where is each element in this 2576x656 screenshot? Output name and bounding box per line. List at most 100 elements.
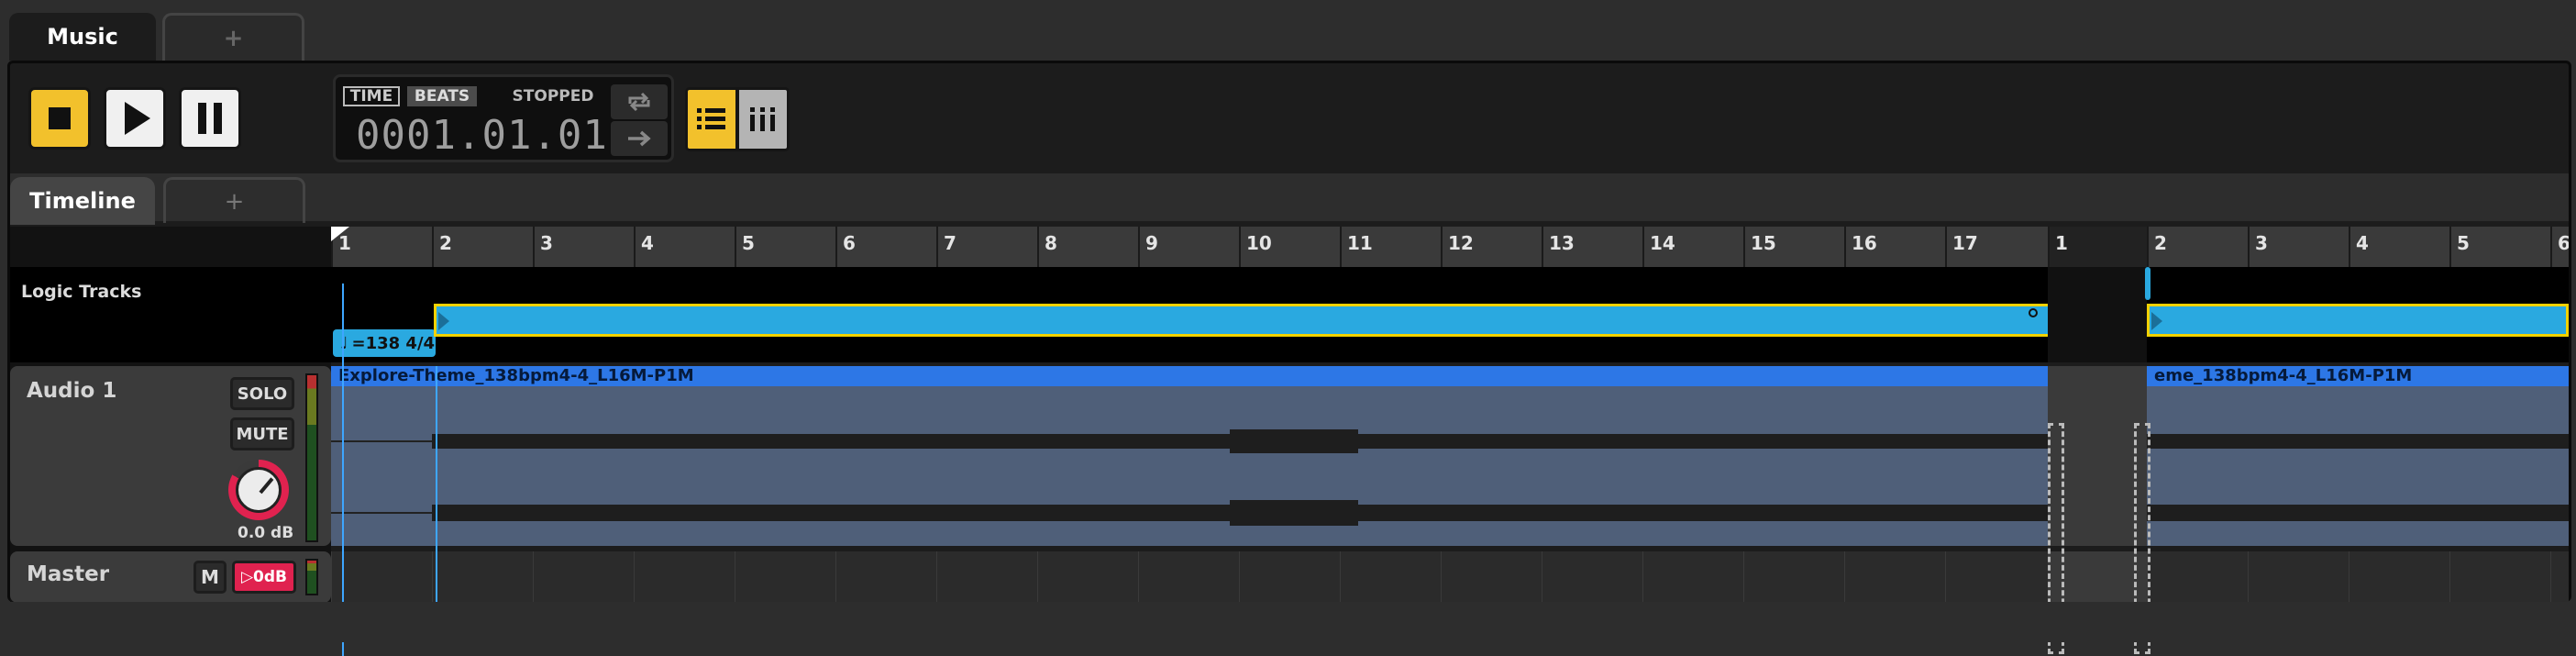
ruler-tick: 2	[432, 227, 452, 267]
handle-icon[interactable]	[2029, 308, 2038, 317]
master-gain-label: 0dB	[253, 568, 288, 586]
stop-icon	[49, 107, 71, 129]
ruler-tick: 17	[1945, 227, 1978, 267]
loop-region-logic	[2048, 267, 2147, 362]
ruler-tick-label: 1	[2055, 232, 2068, 254]
grid-line	[2248, 551, 2249, 603]
clip-name: Explore-Theme_138bpm4-4_L16M-P1M	[331, 366, 2048, 386]
edit-cursor	[436, 366, 437, 605]
gain-knob[interactable]	[228, 460, 289, 520]
follow-button[interactable]	[611, 121, 668, 156]
tempo-clip-2[interactable]	[2147, 304, 2569, 337]
tempo-label: =138 4/4	[351, 333, 436, 353]
master-track-lane[interactable]	[331, 551, 2569, 603]
time-mode-toggle[interactable]: TIME	[343, 86, 400, 106]
list-view-button[interactable]	[685, 87, 738, 151]
solo-button[interactable]: SOLO	[230, 377, 294, 410]
tab-timeline[interactable]: Timeline	[10, 177, 155, 225]
ruler-tick-label: 9	[1145, 232, 1158, 254]
grid-line	[2449, 551, 2450, 603]
waveform-right	[331, 500, 2048, 526]
start-marker-icon	[331, 227, 349, 241]
grid-line	[331, 551, 332, 603]
playhead[interactable]	[342, 284, 344, 656]
pause-icon	[194, 103, 226, 134]
beats-mode-toggle[interactable]: BEATS	[407, 86, 477, 106]
ruler-tick-label: 7	[944, 232, 956, 254]
ruler-tick: 1	[2048, 227, 2068, 267]
ruler-tick: 16	[1844, 227, 1877, 267]
ruler-tick-label: 2	[439, 232, 452, 254]
grid-line	[835, 551, 836, 603]
plus-icon: +	[224, 187, 245, 216]
main-window: TIME BEATS STOPPED 0001.01.01 Timeline +…	[7, 61, 2571, 656]
stop-button[interactable]	[28, 87, 91, 150]
timeline-ruler[interactable]: 1 2 3 4 5 6 7 8 9 10 11 12 13 14 15 16 17 1 2 3 4 5 6	[331, 227, 2569, 267]
master-gain-slider[interactable]: ▷ 0dB	[232, 561, 296, 594]
tab-music-label: Music	[47, 24, 118, 50]
master-mute-button[interactable]: M	[193, 561, 227, 594]
arrow-right-icon	[628, 130, 651, 147]
ruler-tick-label: 13	[1549, 232, 1575, 254]
ruler-tick: 4	[634, 227, 654, 267]
play-small-icon: ▷	[240, 568, 254, 586]
master-track-header[interactable]: Master M ▷ 0dB	[10, 551, 331, 603]
ruler-tick: 5	[2449, 227, 2470, 267]
logic-track-lane[interactable]: ♩ =138 4/4	[331, 267, 2569, 362]
audio-track-lane[interactable]: Explore-Theme_138bpm4-4_L16M-P1M eme_138…	[331, 366, 2569, 546]
ruler-tick-label: 2	[2154, 232, 2167, 254]
logic-tracks-label: Logic Tracks	[21, 282, 142, 302]
ruler-tick: 9	[1138, 227, 1158, 267]
mixer-icon	[750, 107, 775, 131]
status-bar	[0, 602, 2576, 642]
play-button[interactable]	[104, 87, 166, 150]
ruler-tick: 10	[1239, 227, 1272, 267]
gain-label: 0.0 dB	[238, 524, 294, 542]
track-name: Audio 1	[27, 379, 117, 403]
ruler-tick: 12	[1441, 227, 1474, 267]
ruler-tick-label: 10	[1246, 232, 1272, 254]
grid-line	[1340, 551, 1341, 603]
position-counter: TIME BEATS STOPPED 0001.01.01	[333, 74, 674, 162]
grid-line	[432, 551, 433, 603]
ruler-tick-label: 6	[843, 232, 856, 254]
grid-line	[1743, 551, 1744, 603]
ruler-tick: 3	[533, 227, 553, 267]
audio-clip[interactable]: Explore-Theme_138bpm4-4_L16M-P1M	[331, 366, 2048, 546]
ruler-tick: 8	[1037, 227, 1057, 267]
ruler-tick-label: 4	[641, 232, 654, 254]
ruler-tick-label: 12	[1448, 232, 1474, 254]
master-level-meter	[305, 559, 318, 595]
ruler-tick: 5	[735, 227, 755, 267]
audio-clip-2[interactable]: eme_138bpm4-4_L16M-P1M	[2147, 366, 2569, 546]
mute-button[interactable]: MUTE	[230, 417, 294, 450]
ruler-tick-label: 5	[2457, 232, 2470, 254]
grid-line	[2550, 551, 2551, 603]
tempo-marker[interactable]: ♩ =138 4/4	[333, 329, 436, 357]
ruler-tick: 6	[835, 227, 856, 267]
add-subtab-button[interactable]: +	[163, 177, 305, 223]
loop-button[interactable]	[611, 84, 668, 119]
ruler-tick: 4	[2349, 227, 2369, 267]
tab-music[interactable]: Music	[9, 13, 156, 61]
ruler-tick-label: 16	[1852, 232, 1877, 254]
ruler-tick-label: 3	[540, 232, 553, 254]
ruler-tick: 13	[1542, 227, 1575, 267]
ruler-tick-label: 15	[1751, 232, 1776, 254]
add-tab-button[interactable]: +	[162, 13, 304, 61]
grid-line	[1642, 551, 1643, 603]
ruler-tick-label: 3	[2255, 232, 2268, 254]
audio-track-header[interactable]: Audio 1 SOLO MUTE 0.0 dB	[10, 366, 331, 546]
grid-line	[1037, 551, 1038, 603]
mixer-view-button[interactable]	[736, 87, 790, 151]
list-icon	[697, 108, 725, 129]
loop-end-marker[interactable]	[2145, 267, 2150, 300]
tempo-clip[interactable]	[434, 304, 2053, 337]
pause-button[interactable]	[179, 87, 241, 150]
transport-state: STOPPED	[512, 87, 594, 106]
subtab-strip	[10, 173, 2569, 221]
ruler-tick-label: 14	[1650, 232, 1675, 254]
ruler-tick: 15	[1743, 227, 1776, 267]
logic-tracks-header[interactable]: Logic Tracks	[10, 267, 331, 362]
ruler-tick: 2	[2147, 227, 2167, 267]
